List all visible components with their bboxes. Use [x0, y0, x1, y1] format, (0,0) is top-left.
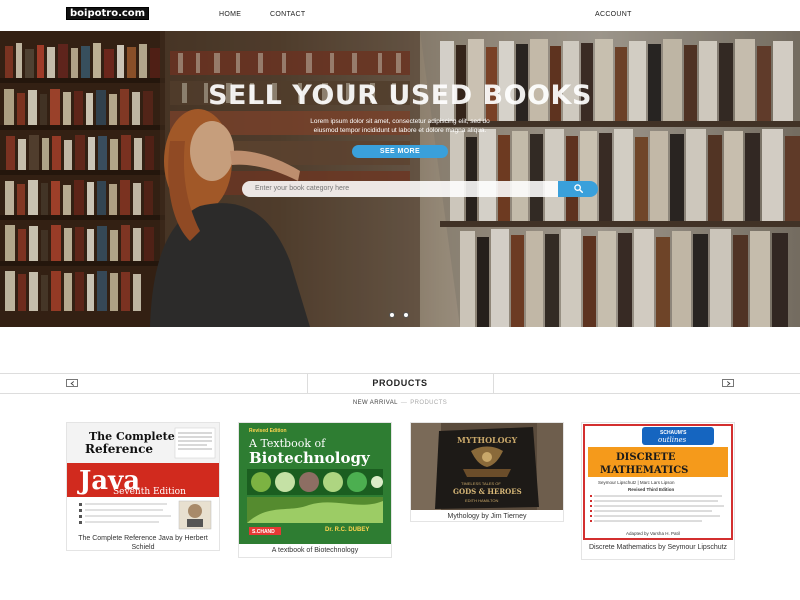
cover-title-line-1: DISCRETE	[616, 452, 676, 463]
book-cover-image: The Complete Reference Java Seventh Edit…	[67, 423, 219, 531]
book-cover-image: Revised Edition A Textbook of Biotechnol…	[239, 423, 391, 544]
book-cover-java[interactable]: The Complete Reference Java Seventh Edit…	[67, 423, 219, 531]
chevron-right-icon	[726, 381, 731, 386]
product-caption[interactable]: Discrete Mathematics by Seymour Lipschut…	[582, 543, 734, 552]
carousel-next-button[interactable]	[722, 379, 734, 387]
hero-background-image	[0, 31, 800, 327]
cover-author: EDITH HAMILTON	[465, 498, 499, 503]
product-card[interactable]: Revised Edition A Textbook of Biotechnol…	[238, 422, 392, 558]
book-cover-image: MYTHOLOGY TIMELESS TALES OF GODS & HEROE…	[411, 423, 563, 510]
book-category-search-input[interactable]: Enter your book category here	[242, 181, 560, 197]
carousel-dot-1[interactable]	[389, 312, 395, 318]
tab-new-arrival[interactable]: NEW ARRIVAL	[353, 400, 398, 406]
search-icon	[574, 184, 583, 193]
product-card[interactable]: SCHAUM'S outlines DISCRETE MATHEMATICS S…	[581, 422, 735, 560]
carousel-dot-2[interactable]	[403, 312, 409, 318]
product-tabs: NEW ARRIVAL — PRODUCTS	[0, 400, 800, 406]
site-logo[interactable]: boipotro.com	[66, 7, 150, 20]
nav-link-contact[interactable]: CONTACT	[270, 11, 305, 18]
cover-title: MYTHOLOGY	[457, 435, 517, 445]
product-card[interactable]: The Complete Reference Java Seventh Edit…	[66, 422, 220, 551]
book-cover-mythology[interactable]: MYTHOLOGY TIMELESS TALES OF GODS & HEROE…	[411, 423, 563, 510]
cover-publisher: S.CHAND	[252, 529, 275, 535]
chevron-left-icon	[70, 381, 75, 386]
hero-description: Lorem ipsum dolor sit amet, consectetur …	[310, 118, 490, 134]
cover-main-title: GODS & HEROES	[453, 487, 522, 496]
see-more-button[interactable]: SEE MORE	[352, 145, 448, 158]
carousel-prev-button[interactable]	[66, 379, 78, 387]
cover-edition: Revised Third Edition	[628, 487, 675, 492]
products-title: PRODUCTS	[372, 378, 428, 388]
product-caption[interactable]: A textbook of Biotechnology	[239, 546, 391, 555]
product-card[interactable]: MYTHOLOGY TIMELESS TALES OF GODS & HEROE…	[410, 422, 564, 522]
book-cover-biotechnology[interactable]: Revised Edition A Textbook of Biotechnol…	[239, 423, 391, 544]
nav-link-account[interactable]: ACCOUNT	[595, 11, 632, 18]
book-cover-image: SCHAUM'S outlines DISCRETE MATHEMATICS S…	[582, 423, 734, 541]
book-cover-discrete-mathematics[interactable]: SCHAUM'S outlines DISCRETE MATHEMATICS S…	[582, 423, 734, 541]
cover-author: Dr. R.C. DUBEY	[325, 527, 369, 533]
product-caption[interactable]: Mythology by Jim Tierney	[411, 512, 563, 521]
tab-separator: —	[400, 400, 408, 406]
hero-title: SELL YOUR USED BOOKS	[208, 80, 592, 111]
cover-authors: Seymour Lipschutz | Marc Lars Lipson	[598, 480, 675, 485]
cover-adapted: Adapted by Varsha H. Patil	[626, 531, 680, 536]
products-section-header: PRODUCTS	[0, 373, 800, 394]
nav-link-home[interactable]: HOME	[219, 11, 241, 18]
cover-edition: Seventh Edition	[113, 487, 186, 497]
search-button[interactable]	[558, 181, 598, 197]
hero-banner: SELL YOUR USED BOOKS Lorem ipsum dolor s…	[0, 31, 800, 327]
cover-series-outlines: outlines	[658, 436, 687, 444]
cover-tag: Revised Edition	[249, 428, 287, 434]
top-navbar: boipotro.com HOME CONTACT ACCOUNT	[0, 0, 800, 31]
tab-products[interactable]: PRODUCTS	[410, 400, 447, 406]
cover-title-line-2: Reference	[85, 442, 153, 456]
cover-title-line-2: Biotechnology	[249, 449, 371, 467]
divider	[493, 374, 494, 393]
product-caption[interactable]: The Complete Reference Java by Herbert S…	[67, 534, 219, 552]
cover-subtitle: TIMELESS TALES OF	[461, 481, 501, 486]
cover-title-line-2: MATHEMATICS	[600, 465, 688, 476]
